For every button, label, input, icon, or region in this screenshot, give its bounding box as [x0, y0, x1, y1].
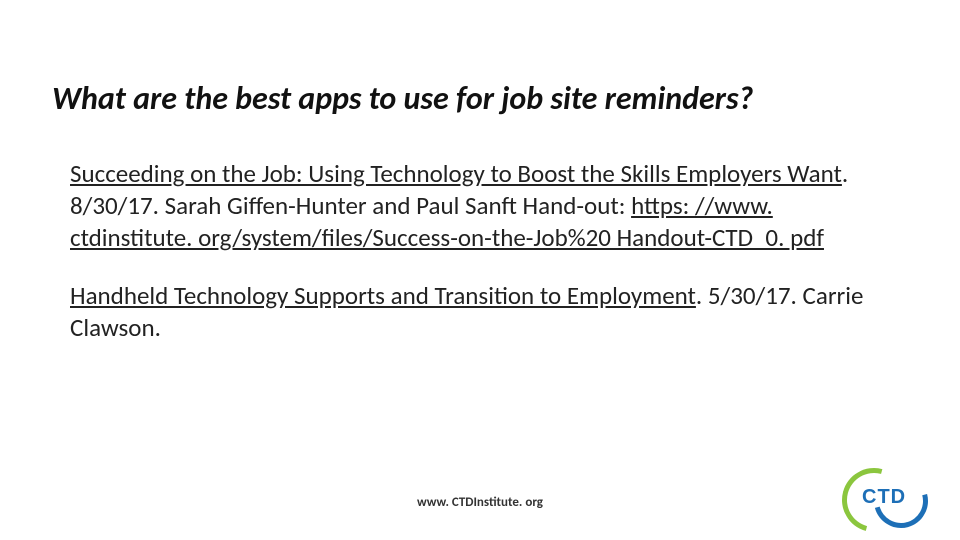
slide-body: Succeeding on the Job: Using Technology … — [70, 158, 895, 344]
paragraph-2: Handheld Technology Supports and Transit… — [70, 280, 895, 344]
footer-url: www. CTDInstitute. org — [0, 495, 960, 510]
logo-text: CTD — [862, 486, 906, 509]
paragraph-1: Succeeding on the Job: Using Technology … — [70, 158, 895, 254]
slide-title: What are the best apps to use for job si… — [52, 80, 902, 118]
slide: What are the best apps to use for job si… — [0, 0, 960, 540]
link-succeeding-on-the-job[interactable]: Succeeding on the Job: Using Technology … — [70, 158, 842, 189]
link-handheld-technology[interactable]: Handheld Technology Supports and Transit… — [70, 280, 696, 311]
ctd-logo: CTD — [842, 468, 934, 526]
